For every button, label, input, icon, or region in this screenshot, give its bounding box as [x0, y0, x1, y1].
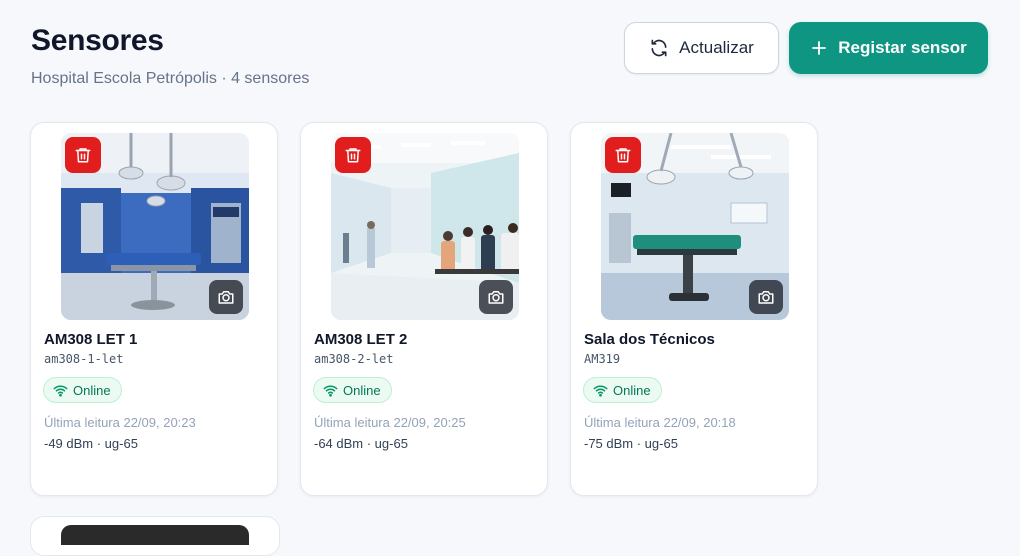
- camera-button[interactable]: [749, 280, 783, 314]
- trash-icon: [75, 148, 91, 163]
- signal-meta: -75 dBm · ug-65: [584, 436, 678, 451]
- sensor-name: AM308 LET 1: [44, 331, 138, 348]
- status-label: Online: [613, 382, 651, 398]
- sensor-name: Sala dos Técnicos: [584, 331, 715, 348]
- camera-icon: [488, 291, 504, 304]
- sensor-card[interactable]: AM308 LET 2 am308-2-let Online Última le…: [300, 122, 548, 496]
- sensor-card[interactable]: Sala dos Técnicos AM319 Online Última le…: [570, 122, 818, 496]
- add-sensor-button[interactable]: Registar sensor: [789, 22, 988, 74]
- page-subtitle: Hospital Escola Petrópolis · 4 sensores: [31, 70, 310, 87]
- wifi-icon: [53, 384, 68, 397]
- wifi-icon: [593, 384, 608, 397]
- last-reading: Última leitura 22/09, 20:25: [314, 415, 466, 430]
- status-label: Online: [73, 382, 111, 398]
- trash-icon: [615, 148, 631, 163]
- sensor-photo[interactable]: [601, 133, 789, 320]
- status-badge: Online: [583, 377, 662, 403]
- plus-icon: [812, 41, 827, 55]
- last-reading: Última leitura 22/09, 20:18: [584, 415, 736, 430]
- sensor-card[interactable]: AM308 LET 1 am308-1-let Online Última le…: [30, 122, 278, 496]
- trash-icon: [345, 148, 361, 163]
- status-badge: Online: [313, 377, 392, 403]
- camera-button[interactable]: [479, 280, 513, 314]
- sensor-card[interactable]: [30, 516, 280, 556]
- signal-meta: -64 dBm · ug-65: [314, 436, 408, 451]
- camera-button[interactable]: [209, 280, 243, 314]
- refresh-icon: [651, 39, 667, 57]
- camera-icon: [758, 291, 774, 304]
- sensor-photo[interactable]: [61, 525, 249, 545]
- sensor-name: AM308 LET 2: [314, 331, 408, 348]
- page-title: Sensores: [31, 24, 164, 57]
- wifi-icon: [323, 384, 338, 397]
- sensor-code: am308-1-let: [44, 352, 124, 366]
- sensor-code: AM319: [584, 352, 621, 366]
- sensor-photo[interactable]: [61, 133, 249, 320]
- signal-meta: -49 dBm · ug-65: [44, 436, 138, 451]
- sensor-photo[interactable]: [331, 133, 519, 320]
- delete-button[interactable]: [335, 137, 371, 173]
- delete-button[interactable]: [65, 137, 101, 173]
- camera-icon: [218, 291, 234, 304]
- add-sensor-label: Registar sensor: [838, 38, 967, 57]
- status-label: Online: [343, 382, 381, 398]
- refresh-button[interactable]: Actualizar: [624, 22, 779, 74]
- status-badge: Online: [43, 377, 122, 403]
- sensor-code: am308-2-let: [314, 352, 394, 366]
- last-reading: Última leitura 22/09, 20:23: [44, 415, 196, 430]
- refresh-label: Actualizar: [679, 38, 754, 57]
- delete-button[interactable]: [605, 137, 641, 173]
